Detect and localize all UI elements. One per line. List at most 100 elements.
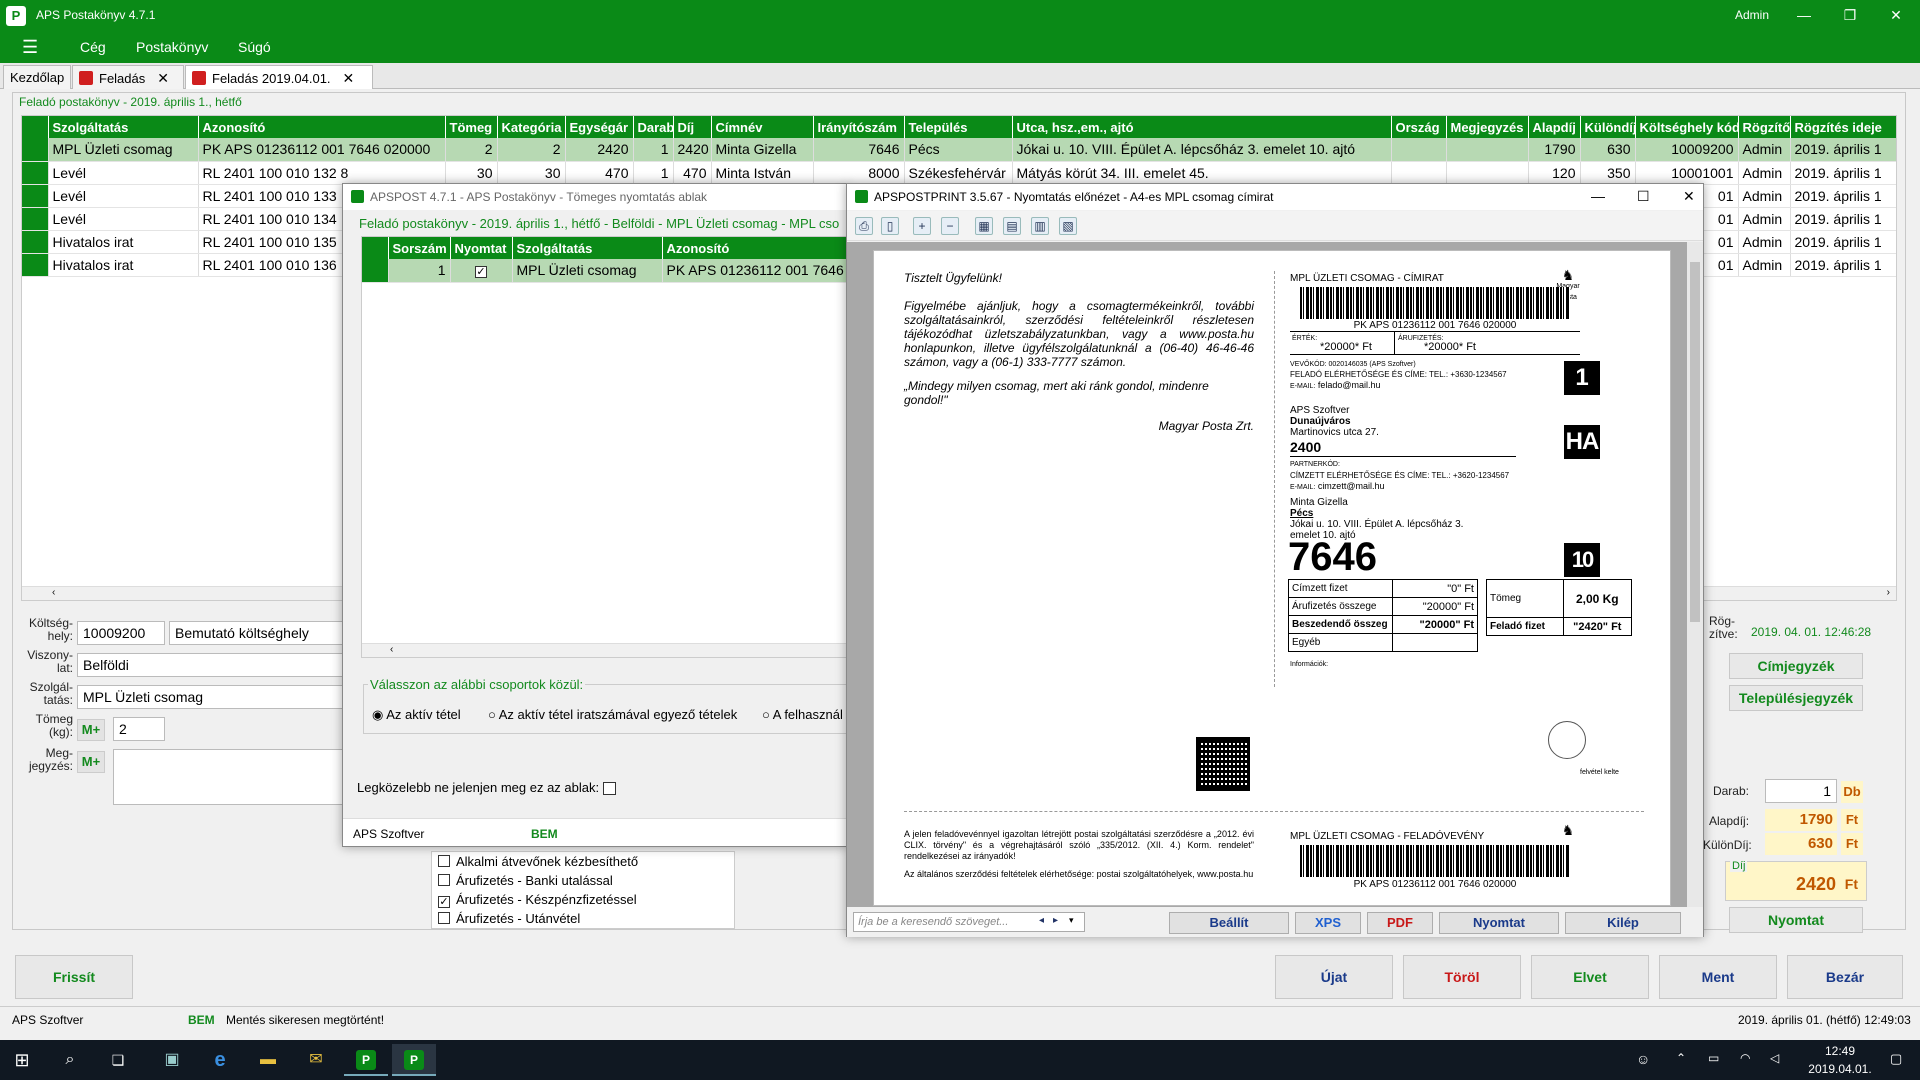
dropdown-icon[interactable]: ▾ [1069, 915, 1074, 926]
close-icon[interactable]: ✕ [157, 70, 169, 86]
tray-chevron-icon[interactable]: ⌃ [1676, 1051, 1686, 1065]
minimize-icon[interactable]: — [1781, 0, 1827, 31]
folder-icon[interactable]: ▬ [246, 1044, 290, 1076]
menu-item-sugo[interactable]: Súgó [238, 39, 271, 55]
search-icon[interactable]: ⌕ [48, 1044, 92, 1076]
option-item[interactable]: Árufizetés - Utánvétel [432, 909, 734, 928]
clock-date[interactable]: 2019.04.01. [1800, 1062, 1880, 1076]
scroll-left-icon[interactable]: ‹ [390, 644, 393, 655]
vertical-scrollbar[interactable] [1687, 242, 1703, 908]
close-icon[interactable]: ✕ [1683, 188, 1695, 205]
table-row[interactable]: 1 ✓ MPL Üzleti csomag PK APS 01236112 00… [362, 259, 848, 283]
column-header[interactable]: Azonosító [198, 116, 446, 138]
notification-icon[interactable]: ▢ [1890, 1051, 1902, 1067]
tab-kezdolap[interactable]: Kezdőlap [3, 65, 71, 89]
print-checkbox[interactable]: ✓ [450, 259, 513, 283]
maximize-icon[interactable]: ☐ [1637, 188, 1650, 205]
mplus-button[interactable]: M+ [77, 751, 105, 773]
search-prev-icon[interactable]: ◂ [1039, 915, 1044, 926]
restore-icon[interactable]: ❐ [1827, 0, 1873, 31]
close-icon[interactable]: ✕ [343, 70, 355, 86]
table-row[interactable]: Levél RL 2401 100 010 132 8 30 30 470 1 … [22, 161, 1896, 185]
column-header[interactable]: Alapdíj [1528, 116, 1581, 138]
cimjegyzek-button[interactable]: Címjegyzék [1729, 653, 1863, 679]
bezar-button[interactable]: Bezár [1787, 955, 1903, 999]
tomeg-field[interactable]: 2 [113, 717, 165, 741]
column-header[interactable]: Díj [673, 116, 712, 138]
radio-active-item[interactable]: ◉ Az aktív tétel [372, 707, 461, 723]
scroll-left-icon[interactable]: ‹ [52, 587, 55, 598]
column-header[interactable]: Szolgáltatás [48, 116, 199, 138]
checkbox[interactable] [438, 874, 450, 886]
szolgaltatas-field[interactable]: MPL Üzleti csomag [77, 685, 355, 709]
column-header[interactable]: Költséghely kód [1635, 116, 1739, 138]
checkbox-checked[interactable]: ✓ [438, 896, 450, 908]
fit-page-icon[interactable]: ▦ [975, 217, 993, 235]
nyomtat-button[interactable]: Nyomtat [1439, 912, 1559, 934]
column-header[interactable]: Nyomtat [450, 237, 513, 259]
windows-start-icon[interactable]: ⊞ [0, 1044, 44, 1076]
checkbox[interactable] [438, 855, 450, 867]
column-header[interactable]: Rögzítő [1738, 116, 1791, 138]
column-header[interactable]: Utca, hsz.,em., ajtó [1012, 116, 1392, 138]
menu-item-postakonyv[interactable]: Postakönyv [136, 39, 208, 55]
column-header[interactable]: Egységár [565, 116, 634, 138]
wifi-icon[interactable]: ◠ [1740, 1051, 1750, 1065]
column-header[interactable]: Irányítószám [813, 116, 905, 138]
checkbox[interactable] [438, 912, 450, 924]
table-row[interactable]: MPL Üzleti csomag PK APS 01236112 001 76… [22, 138, 1896, 162]
zoom-out-icon[interactable]: − [941, 217, 959, 235]
nyomtat-button[interactable]: Nyomtat [1729, 907, 1863, 933]
battery-icon[interactable]: ▭ [1708, 1051, 1719, 1065]
ujat-button[interactable]: Újat [1275, 955, 1393, 999]
tab-feladas-date[interactable]: Feladás 2019.04.01. ✕ [185, 65, 373, 89]
column-header[interactable]: Szolgáltatás [512, 237, 663, 259]
mplus-button[interactable]: M+ [77, 719, 105, 741]
pdf-button[interactable]: PDF [1367, 912, 1433, 934]
dont-show-checkbox[interactable] [603, 782, 616, 795]
column-header[interactable]: Megjegyzés [1446, 116, 1529, 138]
scroll-thumb[interactable] [1690, 262, 1700, 622]
single-page-icon[interactable]: ▥ [1031, 217, 1049, 235]
column-header[interactable]: Különdíj [1580, 116, 1636, 138]
ment-button[interactable]: Ment [1659, 955, 1777, 999]
column-header[interactable]: Kategória [497, 116, 566, 138]
megjegyzes-field[interactable] [113, 749, 355, 805]
column-header[interactable]: Ország [1391, 116, 1447, 138]
column-header[interactable]: Darab [633, 116, 674, 138]
clock-time[interactable]: 12:49 [1810, 1044, 1870, 1058]
page-icon[interactable]: ▯ [881, 217, 899, 235]
koltseghely-code-field[interactable]: 10009200 [77, 621, 165, 645]
tab-feladas[interactable]: Feladás ✕ [72, 65, 184, 89]
zoom-in-icon[interactable]: + [913, 217, 931, 235]
beallit-button[interactable]: Beállít [1169, 912, 1289, 934]
column-header[interactable]: Település [904, 116, 1013, 138]
option-item[interactable]: Árufizetés - Banki utalással [432, 871, 734, 890]
print-icon[interactable]: ⎙ [855, 217, 873, 235]
taskbar-app-apsprint[interactable]: P [392, 1044, 436, 1076]
task-view-icon[interactable]: ❏ [96, 1044, 140, 1076]
minimize-icon[interactable]: — [1591, 188, 1605, 204]
column-header[interactable]: Tömeg [445, 116, 498, 138]
darab-field[interactable]: 1 [1765, 779, 1837, 803]
kilep-button[interactable]: Kilép [1565, 912, 1681, 934]
column-header[interactable]: Címnév [711, 116, 814, 138]
radio-same-docnum[interactable]: ○ Az aktív tétel iratszámával egyező tét… [488, 707, 737, 722]
elvet-button[interactable]: Elvet [1531, 955, 1649, 999]
mail-icon[interactable]: ✉ [294, 1044, 338, 1076]
two-pages-icon[interactable]: ▧ [1059, 217, 1077, 235]
volume-icon[interactable]: ◁ [1770, 1051, 1779, 1065]
menu-item-ceg[interactable]: Cég [80, 39, 106, 55]
koltseghely-name-field[interactable]: Bemutató költséghely [169, 621, 355, 645]
taskbar-app-aps[interactable]: P [344, 1044, 388, 1076]
xps-button[interactable]: XPS [1295, 912, 1361, 934]
viszonylat-field[interactable]: Belföldi [77, 653, 355, 677]
column-header[interactable]: Rögzítés ideje [1790, 116, 1896, 138]
close-icon[interactable]: ✕ [1873, 0, 1919, 31]
column-header[interactable]: Azonosító [662, 237, 848, 259]
option-item[interactable]: ✓ Árufizetés - Készpénzfizetéssel [432, 890, 734, 909]
option-item[interactable]: Alkalmi átvevőnek kézbesíthető [432, 852, 734, 871]
frissit-button[interactable]: Frissít [15, 955, 133, 999]
search-next-icon[interactable]: ▸ [1053, 915, 1058, 926]
edge-icon[interactable]: e [198, 1044, 242, 1076]
